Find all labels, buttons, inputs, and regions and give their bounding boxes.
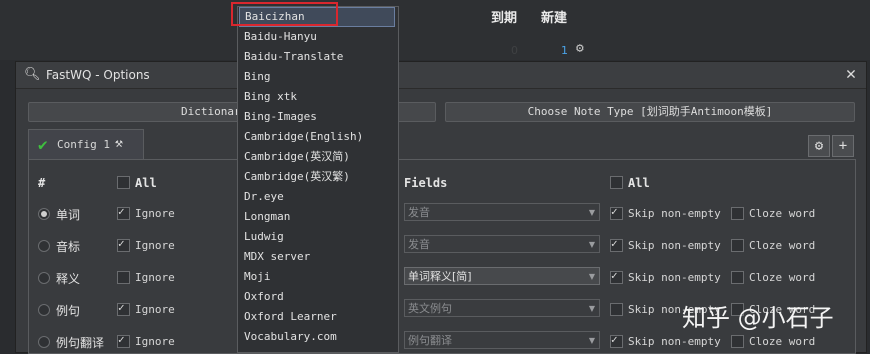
dictionary-option[interactable]: Oxford [244,287,284,307]
cloze-label: Cloze word [749,239,816,252]
close-icon[interactable]: ✕ [842,65,860,83]
add-config-button[interactable]: + [832,135,854,157]
ignore-label: Ignore [135,207,175,220]
field-select[interactable]: 英文例句 ▼ [404,299,600,317]
field-select-value: 发音 [408,238,430,251]
dictionary-option[interactable]: Baidu-Translate [244,47,343,67]
due-count: 0 [511,44,518,57]
deck-header [0,0,870,60]
dictionary-option[interactable]: Vocabulary.com [244,327,337,347]
all-right-label: All [628,176,650,190]
tab-label: Config 1 [57,138,110,151]
dictionary-option[interactable]: Bing-Images [244,107,317,127]
choose-note-type-button[interactable]: Choose Note Type [划词助手Antimoon模板] [445,102,855,122]
ignore-label: Ignore [135,303,175,316]
cloze-label: Cloze word [749,271,816,284]
dictionary-option[interactable]: Ludwig [244,227,284,247]
dictionary-option[interactable]: Baidu-Hanyu [244,27,317,47]
all-left-checkbox[interactable] [117,176,130,189]
dropdown-arrow-icon: ▼ [588,336,595,345]
field-select-value: 英文例句 [408,302,452,315]
watermark: 知乎 @小石子 [682,304,834,332]
search-icon: 🔍︎ [24,67,41,82]
dictionary-option[interactable]: Bing xtk [244,87,297,107]
field-name: 释义 [56,272,81,286]
dictionary-option[interactable]: Oxford Learner [244,307,337,327]
dictionary-option[interactable]: Bing [244,67,271,87]
field-select-value: 例句翻译 [408,334,452,347]
ignore-checkbox[interactable] [117,237,130,252]
dictionary-option[interactable]: Cambridge(English) [244,127,363,147]
all-left-label: All [135,176,157,190]
dictionary-option[interactable]: Dr.eye [244,187,284,207]
field-select[interactable]: 发音 ▼ [404,235,600,253]
num-header: # [38,176,46,190]
skip-label: Skip non-empty [628,207,721,220]
field-name: 例句 [56,304,81,318]
dropdown-arrow-icon: ▼ [588,240,595,249]
check-icon: ✔ [38,135,48,154]
skip-checkbox[interactable] [610,237,623,252]
row-radio[interactable] [38,272,50,284]
tools-icon[interactable]: ⚒ [115,136,123,151]
dictionary-option[interactable]: Longman [244,207,290,227]
dropdown-arrow-icon: ▼ [588,208,595,217]
ignore-checkbox[interactable] [117,301,130,316]
all-right-checkbox[interactable] [610,176,623,189]
new-column-header: 新建 [541,11,568,26]
dictionary-option[interactable]: MDX server [244,247,310,267]
ignore-checkbox[interactable] [117,333,130,348]
row-radio[interactable] [38,304,50,316]
dictionary-dropdown-list: Baicizhan Baidu-Hanyu Baidu-Translate Bi… [237,6,399,353]
field-name: 单词 [56,208,81,222]
field-select[interactable]: 发音 ▼ [404,203,600,221]
dialog-title: FastWQ - Options [46,68,150,82]
cloze-checkbox[interactable] [731,335,744,348]
cloze-label: Cloze word [749,207,816,220]
field-select[interactable]: 例句翻译 ▼ [404,331,600,349]
settings-gear-button[interactable]: ⚙ [808,135,830,157]
field-select-value: 发音 [408,206,430,219]
ignore-label: Ignore [135,239,175,252]
skip-checkbox[interactable] [610,333,623,348]
dictionary-option[interactable]: Cambridge(英汉简) [244,147,350,167]
dialog-titlebar: 🔍︎ FastWQ - Options ✕ [16,62,866,89]
cloze-label: Cloze word [749,335,816,348]
skip-label: Skip non-empty [628,239,721,252]
tab-config-1[interactable]: ✔ Config 1 ⚒ [28,129,144,160]
row-radio[interactable] [38,208,50,220]
row-radio[interactable] [38,336,50,348]
skip-label: Skip non-empty [628,335,721,348]
dropdown-arrow-icon: ▼ [588,304,595,313]
ignore-label: Ignore [135,271,175,284]
dropdown-arrow-icon: ▼ [588,272,595,281]
field-name: 例句翻译 [56,336,105,350]
cloze-checkbox[interactable] [731,239,744,252]
new-count: 1 [561,44,568,57]
cloze-checkbox[interactable] [731,207,744,220]
dictionary-option[interactable]: Moji [244,267,271,287]
cloze-checkbox[interactable] [731,271,744,284]
selection-highlight-box [231,2,338,26]
ignore-checkbox[interactable] [117,205,130,220]
skip-checkbox[interactable] [610,205,623,220]
skip-label: Skip non-empty [628,271,721,284]
due-column-header: 到期 [491,11,518,26]
skip-checkbox[interactable] [610,269,623,284]
ignore-label: Ignore [135,335,175,348]
row-radio[interactable] [38,240,50,252]
field-select[interactable]: 单词释义[简] ▼ [404,267,600,285]
field-name: 音标 [56,240,81,254]
field-select-value: 单词释义[简] [408,270,472,283]
dictionary-option[interactable]: Cambridge(英汉繁) [244,167,350,187]
gear-icon[interactable]: ⚙ [576,41,584,56]
ignore-checkbox[interactable] [117,271,130,284]
skip-checkbox[interactable] [610,303,623,316]
fields-header: Fields [404,176,448,190]
